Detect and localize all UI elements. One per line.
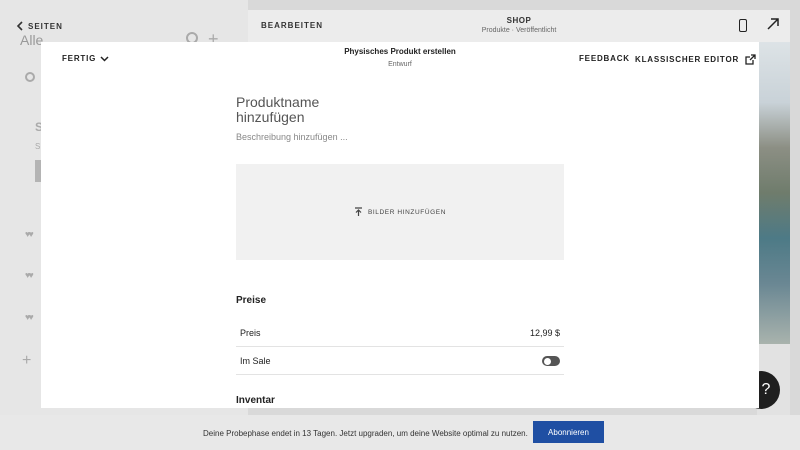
subscribe-button[interactable]: Abonnieren [533,421,604,443]
add-images-dropzone[interactable]: BILDER HINZUFÜGEN [236,164,564,260]
search-icon[interactable] [25,72,35,82]
back-to-pages-button[interactable]: SEITEN [16,21,63,31]
price-row[interactable]: Preis 12,99 $ [236,319,564,347]
editor-topbar: BEARBEITEN SHOP Produkte · Veröffentlich… [248,10,790,42]
sale-toggle[interactable] [542,356,560,366]
description-input[interactable]: Beschreibung hinzufügen ... [236,132,348,142]
mobile-preview-icon[interactable] [739,19,747,32]
back-label: SEITEN [28,21,63,31]
expand-icon[interactable] [766,17,780,31]
chevron-left-icon [16,21,23,31]
sidebar-title: Alle [20,32,44,48]
inventory-heading: Inventar [236,395,275,406]
heart-icon[interactable]: ♥♥ [25,312,34,322]
add-item-icon[interactable]: + [22,352,31,370]
prices-heading: Preise [236,295,267,306]
shop-page-indicator: SHOP Produkte · Veröffentlicht [248,16,790,34]
sale-row: Im Sale [236,347,564,375]
price-label: Preis [240,328,261,338]
product-name-input[interactable]: Produktname hinzufügen [236,95,346,125]
site-preview-image [757,42,790,344]
heart-icon[interactable]: ♥♥ [25,270,34,280]
classic-editor-button[interactable]: KLASSISCHER EDITOR [635,54,756,65]
trial-banner: Deine Probephase endet in 13 Tagen. Jetz… [0,415,800,450]
trial-message: Deine Probephase endet in 13 Tagen. Jetz… [203,429,528,438]
heart-icon[interactable]: ♥♥ [25,229,34,239]
classic-editor-label: KLASSISCHER EDITOR [635,55,740,64]
feedback-button[interactable]: FEEDBACK [579,54,630,63]
shop-title: SHOP [506,16,532,25]
shop-subtitle: Produkte · Veröffentlicht [481,27,557,34]
help-label: ? [761,381,771,398]
external-link-icon [745,54,756,65]
price-value[interactable]: 12,99 $ [530,328,560,338]
sidebar-section-sublabel: S [35,142,41,151]
create-product-dialog: FERTIG Physisches Produkt erstellen Entw… [41,42,759,408]
add-images-label: BILDER HINZUFÜGEN [367,208,447,216]
toggle-knob [543,357,551,365]
upload-icon [354,207,362,216]
sale-label: Im Sale [240,356,271,366]
